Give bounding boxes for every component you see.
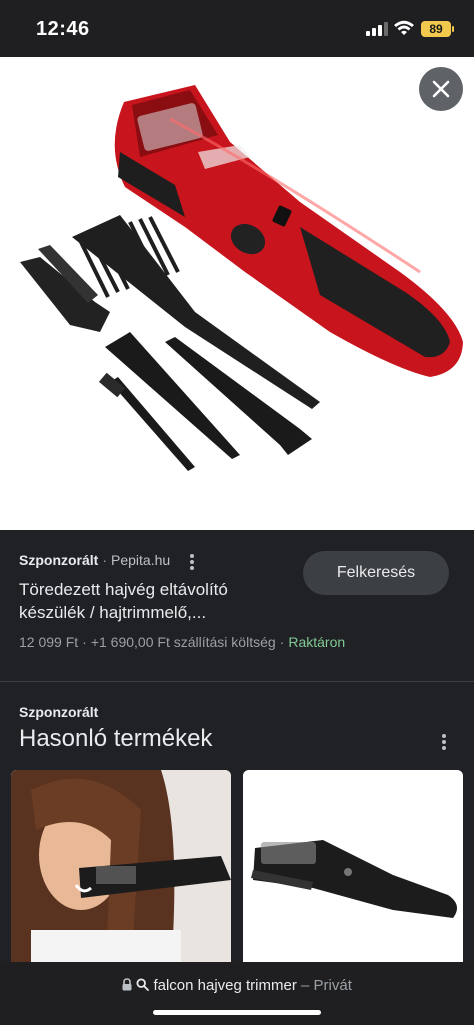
woman-with-trimmer-image [11,770,231,970]
private-mode-label: – Privát [301,977,352,994]
close-icon [432,80,450,98]
home-indicator [153,1010,321,1015]
stock-status: Raktáron [288,634,346,650]
trimmer-device [114,85,463,377]
status-bar: 12:46 89 [0,0,474,57]
signal-icon [366,22,388,36]
similar-product-card[interactable] [11,770,231,970]
listing-source[interactable]: Pepita.hu [111,552,170,568]
split-end-trimmer-image [20,85,463,471]
similar-title: Hasonló termékek [19,725,213,752]
sponsored-label: Szponzorált [19,552,99,568]
lock-icon [122,978,132,991]
url-bar[interactable]: falcon hajveg trimmer – Privát [0,962,474,1025]
search-icon [136,978,150,991]
sponsor-line: Szponzorált · Pepita.hu [19,552,171,568]
similar-more-vert-icon[interactable] [441,733,447,751]
url-text[interactable]: falcon hajveg trimmer – Privát [0,977,474,994]
product-image[interactable] [0,57,474,530]
more-vert-icon[interactable] [189,553,195,571]
wifi-icon [394,20,414,35]
shipping-cost: +1 690,00 Ft szállítási költség [90,634,276,650]
search-query: falcon hajveg trimmer [153,977,297,994]
price: 12 099 Ft [19,634,79,650]
price-line: 12 099 Ft · +1 690,00 Ft szállítási költsé… [19,634,346,650]
battery-icon: 89 [421,21,454,37]
product-title[interactable]: Töredezett hajvég eltávolító készülék / … [19,578,289,624]
similar-products-section: Szponzorált Hasonló termékek [0,682,474,982]
black-trimmer-image [243,770,463,970]
status-time: 12:46 [36,18,90,40]
visit-button[interactable]: Felkeresés [303,551,449,595]
similar-sponsored-label: Szponzorált [19,704,99,720]
close-button[interactable] [419,67,463,111]
product-listing: Szponzorált · Pepita.hu Töredezett hajvég … [0,530,474,682]
similar-product-card[interactable] [243,770,463,970]
